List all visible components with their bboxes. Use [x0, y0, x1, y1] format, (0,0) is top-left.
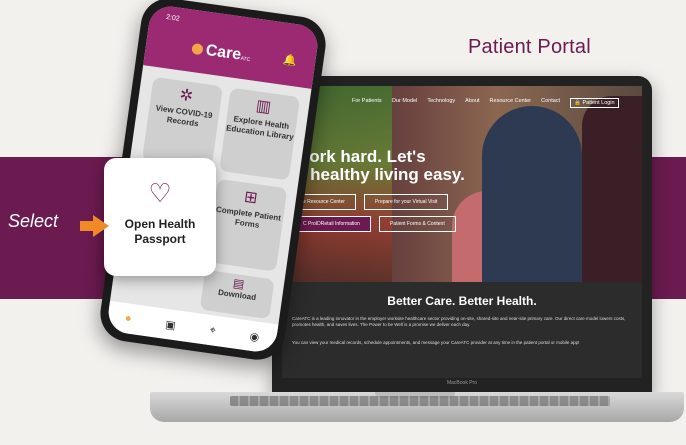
nav-item-for-patients[interactable]: For Patients — [352, 98, 382, 108]
nav-item-about[interactable]: About — [465, 98, 479, 108]
hero-image: For Patients Our Model Technology About … — [282, 86, 642, 282]
logo-dot-icon — [191, 42, 204, 56]
hero-button-row-2: C ProIDRetail Information Patient Forms … — [292, 216, 456, 232]
portal-paragraph: You can view your medical records, sched… — [292, 340, 580, 345]
about-section: Better Care. Better Health. CareATC is a… — [282, 282, 642, 378]
nav-item-resource-center[interactable]: Resource Center — [490, 98, 532, 108]
status-time: 2:02 — [165, 13, 181, 23]
section-title: Better Care. Better Health. — [387, 294, 537, 308]
documents-tab-icon[interactable]: ▣ — [165, 317, 177, 331]
tile-download[interactable]: ▤ Download — [199, 269, 275, 320]
patient-forms-button[interactable]: Patient Forms & Content — [378, 216, 456, 232]
tile-covid-records[interactable]: ✲ View COVID-19 Records — [141, 76, 223, 170]
laptop-screen: For Patients Our Model Technology About … — [282, 86, 642, 378]
page-title: Patient Portal — [468, 36, 591, 58]
bell-icon[interactable]: 🔔 — [282, 53, 297, 68]
profile-tab-icon[interactable]: ◉ — [249, 329, 260, 343]
app-header: 2:02 CareATC 🔔 — [143, 3, 321, 89]
man-figure — [582, 96, 642, 282]
about-paragraph: CareATC is a leading innovator in the em… — [292, 316, 626, 327]
home-tab-icon[interactable]: ● — [124, 312, 132, 325]
nav-item-our-model[interactable]: Our Model — [392, 98, 418, 108]
laptop: For Patients Our Model Technology About … — [272, 76, 652, 396]
hero-button-row-1: e Resource Center Prepare for your Virtu… — [292, 194, 449, 210]
open-health-passport-card[interactable]: ♡ Open Health Passport — [104, 158, 216, 276]
nav-item-contact[interactable]: Contact — [541, 98, 560, 108]
macbook-label: MacBook Pro — [446, 380, 477, 386]
woman-figure — [482, 106, 582, 282]
tile-health-library[interactable]: ▥ Explore Health Education Library — [219, 87, 301, 181]
retail-information-button[interactable]: C ProIDRetail Information — [292, 216, 371, 232]
careatc-logo: CareATC — [191, 40, 252, 66]
laptop-keyboard — [230, 396, 610, 406]
site-nav: For Patients Our Model Technology About … — [352, 98, 619, 108]
hero-headline: work hard. Let's e healthy living easy. — [296, 147, 465, 184]
nav-item-technology[interactable]: Technology — [427, 98, 455, 108]
virtual-visit-button[interactable]: Prepare for your Virtual Visit — [363, 194, 449, 210]
location-tab-icon[interactable]: ⌖ — [209, 324, 217, 338]
select-label: Select — [8, 211, 59, 231]
tile-patient-forms[interactable]: ⊞ Complete Patient Forms — [206, 178, 288, 272]
patient-login-button[interactable]: 🔒 Patient Login — [570, 98, 619, 108]
heartbeat-icon: ♡ — [148, 178, 172, 208]
